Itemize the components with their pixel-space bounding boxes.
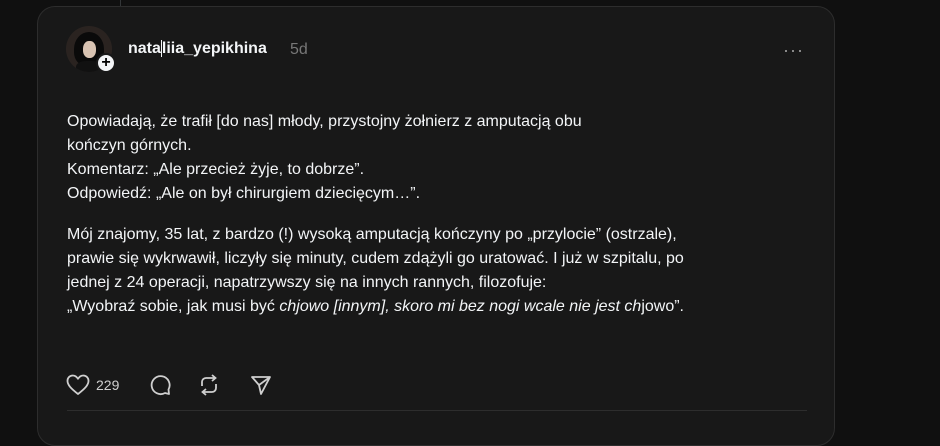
username-part-1: nata: [128, 40, 161, 57]
post-body: Opowiadają, że trafił [do nas] młody, pr…: [67, 110, 807, 319]
para1-line-3: Komentarz: „Ale przecież żyje, to dobrze…: [67, 161, 365, 178]
para2-line-4b: chjowo [innym], skoro mi bez nogi wcale …: [279, 298, 642, 315]
para2-line-3: jednej z 24 operacji, napatrzywszy się n…: [67, 274, 547, 291]
para1-line-4: Odpowiedź: „Ale on był chirurgiem dzieci…: [67, 185, 421, 202]
avatar-face: [83, 41, 96, 58]
para1-line-2: kończyn górnych.: [67, 137, 192, 154]
paragraph-2: Mój znajomy, 35 lat, z bardzo (!) wysoką…: [67, 223, 807, 319]
heart-icon: [66, 374, 90, 396]
like-count: 229: [96, 377, 120, 393]
follow-plus-icon[interactable]: +: [96, 53, 116, 73]
repost-icon: [198, 374, 220, 396]
para1-line-1: Opowiadają, że trafił [do nas] młody, pr…: [67, 113, 582, 130]
share-icon: [250, 374, 272, 396]
more-icon[interactable]: ···: [783, 40, 804, 61]
comment-button[interactable]: [149, 374, 171, 396]
divider: [67, 410, 807, 411]
para2-line-2: prawie się wykrwawił, liczyły się minuty…: [67, 250, 684, 267]
comment-icon: [149, 374, 171, 396]
post-timestamp[interactable]: 5d: [290, 41, 308, 59]
para2-line-1: Mój znajomy, 35 lat, z bardzo (!) wysoką…: [67, 226, 677, 243]
para2-line-4a: „Wyobraź sobie, jak musi być: [67, 298, 280, 315]
action-bar: 229: [66, 372, 272, 398]
username-part-2: liia_yepikhina: [161, 40, 267, 57]
username[interactable]: nataliia_yepikhina: [128, 40, 267, 58]
paragraph-1: Opowiadają, że trafił [do nas] młody, pr…: [67, 110, 807, 206]
para2-line-4c: jowo”.: [641, 298, 684, 315]
like-button[interactable]: 229: [66, 374, 119, 396]
share-button[interactable]: [250, 374, 272, 396]
repost-button[interactable]: [198, 374, 220, 396]
